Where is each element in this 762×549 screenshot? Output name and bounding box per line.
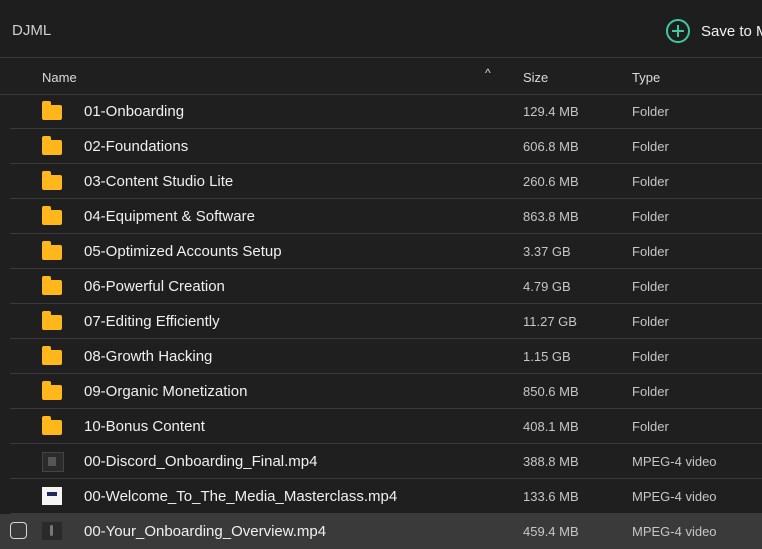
file-row[interactable]: 08-Growth Hacking 1.15 GB Folder	[10, 339, 762, 374]
file-size: 129.4 MB	[523, 104, 579, 119]
column-header: Name ^ Size Type	[0, 58, 762, 95]
file-row[interactable]: 04-Equipment & Software 863.8 MB Folder	[10, 199, 762, 234]
file-size: 133.6 MB	[523, 489, 579, 504]
file-type: Folder	[632, 349, 669, 364]
file-name: 00-Discord_Onboarding_Final.mp4	[84, 453, 318, 470]
file-type: MPEG-4 video	[632, 524, 717, 539]
file-row[interactable]: 03-Content Studio Lite 260.6 MB Folder	[10, 164, 762, 199]
file-row[interactable]: 05-Optimized Accounts Setup 3.37 GB Fold…	[10, 234, 762, 269]
file-type: Folder	[632, 209, 669, 224]
file-row[interactable]: 02-Foundations 606.8 MB Folder	[10, 129, 762, 164]
file-row[interactable]: 10-Bonus Content 408.1 MB Folder	[10, 409, 762, 444]
file-type: Folder	[632, 279, 669, 294]
file-size: 4.79 GB	[523, 279, 571, 294]
file-size: 850.6 MB	[523, 384, 579, 399]
file-row-selected[interactable]: 00-Your_Onboarding_Overview.mp4 459.4 MB…	[0, 514, 762, 549]
file-type: Folder	[632, 104, 669, 119]
file-size: 408.1 MB	[523, 419, 579, 434]
file-size: 459.4 MB	[523, 524, 579, 539]
file-size: 606.8 MB	[523, 139, 579, 154]
file-name: 02-Foundations	[84, 138, 189, 155]
file-type: Folder	[632, 384, 669, 399]
row-checkbox[interactable]	[10, 522, 27, 539]
file-size: 3.37 GB	[523, 244, 571, 259]
file-name: 07-Editing Efficiently	[84, 313, 220, 330]
top-bar: DJML Save to M	[0, 0, 762, 58]
file-row[interactable]: 06-Powerful Creation 4.79 GB Folder	[10, 269, 762, 304]
plus-circle-icon	[666, 19, 690, 43]
file-name: 00-Your_Onboarding_Overview.mp4	[84, 523, 327, 540]
file-name: 01-Onboarding	[84, 103, 185, 120]
save-button-label: Save to M	[701, 22, 762, 40]
file-size: 1.15 GB	[523, 349, 571, 364]
file-size: 11.27 GB	[523, 314, 577, 329]
column-name[interactable]: Name	[42, 70, 77, 85]
file-row[interactable]: 00-Discord_Onboarding_Final.mp4 388.8 MB…	[10, 444, 762, 479]
file-type: MPEG-4 video	[632, 489, 717, 504]
file-row[interactable]: 07-Editing Efficiently 11.27 GB Folder	[10, 304, 762, 339]
save-button[interactable]: Save to M	[666, 18, 762, 44]
file-name: 10-Bonus Content	[84, 418, 205, 435]
file-name: 09-Organic Monetization	[84, 383, 248, 400]
file-list: 01-Onboarding 129.4 MB Folder 02-Foundat…	[0, 94, 762, 549]
file-row[interactable]: 00-Welcome_To_The_Media_Masterclass.mp4 …	[10, 479, 762, 514]
file-type: Folder	[632, 244, 669, 259]
file-name: 05-Optimized Accounts Setup	[84, 243, 282, 260]
file-size: 388.8 MB	[523, 454, 579, 469]
file-name: 06-Powerful Creation	[84, 278, 225, 295]
sort-ascending-icon[interactable]: ^	[485, 66, 491, 80]
file-name: 03-Content Studio Lite	[84, 173, 234, 190]
file-size: 260.6 MB	[523, 174, 579, 189]
file-type: Folder	[632, 139, 669, 154]
file-name: 04-Equipment & Software	[84, 208, 255, 225]
file-type: Folder	[632, 174, 669, 189]
column-size[interactable]: Size	[523, 70, 548, 85]
column-type[interactable]: Type	[632, 70, 660, 85]
app-title: DJML	[12, 22, 52, 39]
file-name: 00-Welcome_To_The_Media_Masterclass.mp4	[84, 488, 398, 505]
file-size: 863.8 MB	[523, 209, 579, 224]
file-type: Folder	[632, 419, 669, 434]
file-row[interactable]: 01-Onboarding 129.4 MB Folder	[10, 94, 762, 129]
file-name: 08-Growth Hacking	[84, 348, 213, 365]
file-type: Folder	[632, 314, 669, 329]
file-type: MPEG-4 video	[632, 454, 717, 469]
file-row[interactable]: 09-Organic Monetization 850.6 MB Folder	[10, 374, 762, 409]
